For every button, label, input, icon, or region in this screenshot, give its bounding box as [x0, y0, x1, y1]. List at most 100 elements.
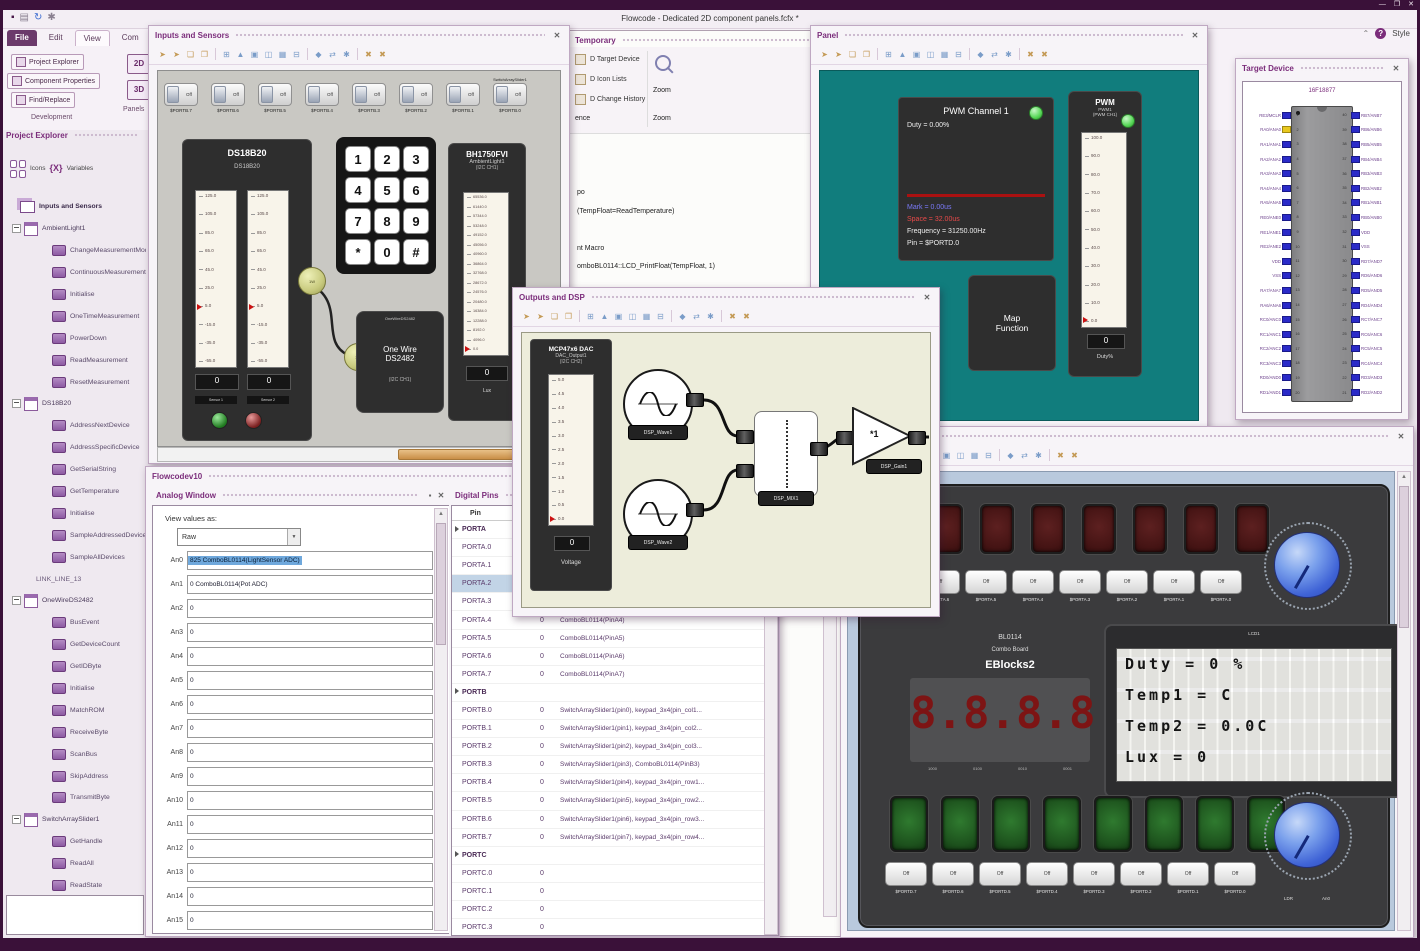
toolbar-icon[interactable]	[969, 48, 970, 60]
tree-item[interactable]: ReadAll	[6, 853, 146, 875]
view-option-partial[interactable]: ence	[575, 115, 590, 122]
analog-value-field[interactable]: 0 ComboBL0114(Pot ADC)	[187, 575, 433, 594]
digital-pin-row[interactable]: PORTA.6 0 ComboBL0114(PinA6)	[452, 648, 778, 666]
tree-item[interactable]: TransmitByte	[6, 787, 146, 809]
slider-marker[interactable]	[249, 303, 254, 310]
analog-channel-row[interactable]: An11 0	[157, 815, 433, 834]
keypad-key[interactable]: 6	[403, 177, 429, 203]
tree-item[interactable]: ScanBus	[6, 743, 146, 765]
analog-channel-row[interactable]: An12 0	[157, 839, 433, 858]
toolbar-icon[interactable]: ◫	[925, 50, 936, 59]
close-icon[interactable]: ✕	[1390, 64, 1402, 73]
port-switch-button[interactable]: Off	[1153, 570, 1195, 594]
toolbar-icon[interactable]: ▦	[939, 50, 950, 59]
toolbar-icon[interactable]	[307, 48, 308, 60]
tree-item[interactable]: ReceiveByte	[6, 721, 146, 743]
toolbar-icon[interactable]: ➤	[521, 312, 532, 321]
analog-value-field[interactable]: 0	[187, 887, 433, 906]
tree-item[interactable]: ChangeMeasurementMode	[6, 240, 146, 262]
ds18b20-slider-2[interactable]: 125.0 105.0 85.0 65.0 45.0 25.0 5.0 -15.0 -35.0-…	[247, 190, 289, 368]
analog-channel-row[interactable]: An8 0	[157, 743, 433, 762]
keypad-key[interactable]: 7	[345, 208, 371, 234]
dsp-output-plug[interactable]	[686, 393, 704, 407]
dsp-mix-component[interactable]	[754, 411, 818, 497]
tree-item[interactable]: ReadState	[6, 875, 146, 896]
toolbar-icon[interactable]: ✖	[363, 50, 374, 59]
toolbar-icon[interactable]: ❐	[861, 50, 872, 59]
pot-knob[interactable]	[1274, 532, 1340, 598]
tree-item[interactable]: OneTimeMeasurement	[6, 305, 146, 327]
close-icon[interactable]: ✕	[551, 31, 563, 40]
dsp-output-plug[interactable]	[686, 503, 704, 517]
toolbar-icon[interactable]	[215, 48, 216, 60]
toolbar-icon[interactable]: ⊞	[585, 312, 596, 321]
tree-item[interactable]: GetHandle	[6, 831, 146, 853]
tree-item[interactable]: SampleAllDevices	[6, 546, 146, 568]
tree-item[interactable]: AddressSpecificDevice	[6, 437, 146, 459]
digital-pin-row[interactable]: PORTC.2 0	[452, 901, 778, 920]
digital-pin-row[interactable]: PORTB	[452, 684, 778, 702]
tree-item[interactable]: SampleAddressedDevice	[6, 524, 146, 546]
port-switch-button[interactable]: Off	[1120, 862, 1162, 886]
toolbar-icon[interactable]: ❐	[199, 50, 210, 59]
digital-pin-row[interactable]: PORTB.6 0 SwitchArraySlider1(pin6), keyp…	[452, 811, 778, 829]
toolbar-icon[interactable]: ✖	[727, 312, 738, 321]
collapse-ribbon-icon[interactable]: ⌃	[1363, 29, 1370, 38]
tree-item[interactable]: LINK_LINE_13	[6, 568, 146, 590]
variables-tab-label[interactable]: Variables	[67, 165, 94, 172]
tree-expander-icon[interactable]	[12, 815, 21, 825]
toolbar-icon[interactable]: ❏	[549, 312, 560, 321]
ribbon-tab[interactable]: Com	[114, 30, 147, 46]
toolbar-icon[interactable]	[357, 48, 358, 60]
ribbon-tab[interactable]: Edit	[41, 30, 71, 46]
style-button[interactable]: Style	[1392, 29, 1410, 38]
analog-value-field[interactable]: 0	[187, 623, 433, 642]
toolbar-icon[interactable]: ⊟	[983, 451, 994, 460]
toolbar-icon[interactable]: ◆	[1005, 451, 1016, 460]
toolbar-icon[interactable]: ▦	[641, 312, 652, 321]
tree-item[interactable]: GetDeviceCount	[6, 634, 146, 656]
digital-pin-row[interactable]: PORTB.1 0 SwitchArraySlider1(pin1), keyp…	[452, 720, 778, 739]
toolbar-icon[interactable]	[1049, 449, 1050, 461]
toolbar-icon[interactable]: ➤	[157, 50, 168, 59]
toolbar-icon[interactable]: ➤	[535, 312, 546, 321]
toolbar-icon[interactable]: ▲	[897, 50, 908, 59]
dsp-gain-component[interactable]	[852, 407, 914, 467]
toolbar-icon[interactable]: ⊟	[953, 50, 964, 59]
port-switch-button[interactable]: Off	[965, 570, 1007, 594]
group-expander-icon[interactable]	[452, 851, 462, 859]
keypad-key[interactable]: 0	[374, 239, 400, 265]
tree-item[interactable]: Initialise	[6, 502, 146, 524]
scroll-up-icon[interactable]: ▲	[1398, 472, 1410, 482]
close-icon[interactable]: ✕	[921, 293, 933, 302]
toolbar-icon[interactable]: ▣	[249, 50, 260, 59]
ldr-knob[interactable]	[1274, 802, 1340, 868]
analog-window-title[interactable]: Analog Window ▪ ✕	[150, 487, 453, 504]
ribbon-tab[interactable]: File	[7, 30, 37, 46]
bh1750-slider[interactable]: 65536.0 61440.0 57344.0 53248.0 49152.0 45056…	[463, 192, 509, 356]
toolbar-icon[interactable]	[721, 310, 722, 322]
analog-value-field[interactable]: 0	[187, 743, 433, 762]
zoom-value-label[interactable]: Zoom	[653, 115, 671, 122]
analog-value-field[interactable]: 0	[187, 863, 433, 882]
analog-value-field[interactable]: 0	[187, 719, 433, 738]
component-properties-button[interactable]: Component Properties	[7, 73, 101, 89]
analog-channel-row[interactable]: An5 0	[157, 671, 433, 690]
tree-item[interactable]: GetSerialString	[6, 459, 146, 481]
digital-pin-row[interactable]: PORTC	[452, 847, 778, 865]
toolbar-icon[interactable]: ⇄	[989, 50, 1000, 59]
digital-pin-row[interactable]: PORTB.0 0 SwitchArraySlider1(pin0), keyp…	[452, 702, 778, 721]
toolbar-icon[interactable]	[1019, 48, 1020, 60]
analog-channel-row[interactable]: An9 0	[157, 767, 433, 786]
analog-value-field[interactable]: 0	[187, 767, 433, 786]
toolbar-icon[interactable]	[671, 310, 672, 322]
tree-item[interactable]: AddressNextDevice	[6, 415, 146, 437]
minimize-button[interactable]: ―	[1379, 0, 1386, 10]
view-option[interactable]: D Target Device	[569, 49, 645, 69]
dsp-input-plug[interactable]	[736, 464, 754, 478]
ds18b20-component[interactable]: DS18B20 DS18B20 125.0 105.0 85.0 65.0 45.0 25…	[182, 139, 312, 441]
toolbar-icon[interactable]: ❐	[563, 312, 574, 321]
analog-channel-row[interactable]: An3 0	[157, 623, 433, 642]
tree-expander-icon[interactable]	[12, 596, 21, 606]
tree-item[interactable]: OneWireDS2482	[6, 590, 146, 612]
